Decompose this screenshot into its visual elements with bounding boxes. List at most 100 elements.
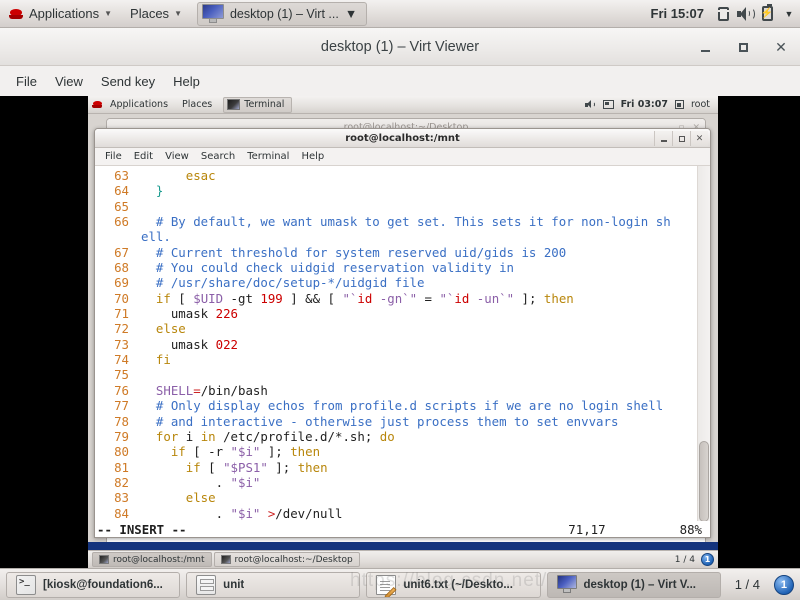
vim-token: do <box>379 428 395 444</box>
vim-line-number: 67 <box>114 244 129 260</box>
vim-token: # /usr/share/doc/setup-*/uidgid file <box>155 275 425 291</box>
vim-status-line: -- INSERT -- 71,17 88% <box>95 521 710 537</box>
terminal-scrollbar[interactable] <box>697 166 710 537</box>
maximize-button[interactable] <box>672 131 690 146</box>
vim-line-number: 66 <box>114 214 129 230</box>
network-icon[interactable] <box>602 100 614 109</box>
guest-task-label: root@localhost:/mnt <box>113 554 205 565</box>
vim-token: $UID <box>193 290 224 306</box>
vim-token: /etc/profile.d/*.sh; <box>215 428 380 444</box>
volume-icon[interactable] <box>734 0 756 28</box>
vim-line-number: 72 <box>114 321 129 337</box>
vim-token: = <box>417 290 440 306</box>
terminal-menu-edit[interactable]: Edit <box>128 150 159 163</box>
vim-token <box>141 275 156 290</box>
minimize-button[interactable] <box>696 38 714 56</box>
guest-task-mnt[interactable]: root@localhost:/mnt <box>92 552 212 567</box>
vim-token: = <box>193 382 201 398</box>
vim-line: 80 if [ -r "$i" ]; then <box>95 444 697 459</box>
terminal-body[interactable]: 63 esac 64 } 65 66 # By default, we want um… <box>95 166 710 537</box>
vim-line: 65 <box>95 199 697 214</box>
host-task-kiosk-terminal[interactable]: [kiosk@foundation6... <box>6 571 181 598</box>
files-icon <box>196 574 217 595</box>
vim-token <box>141 490 186 505</box>
vim-mode-indicator: -- INSERT -- <box>97 521 187 537</box>
close-button[interactable]: ✕ <box>772 38 790 56</box>
vim-token <box>141 460 186 475</box>
vim-line: 64 } <box>95 183 697 198</box>
vm-display-canvas[interactable]: Applications Places Terminal Fri 03:07 r… <box>0 96 800 568</box>
menu-send-key[interactable]: Send key <box>93 71 163 92</box>
vim-token <box>141 214 156 229</box>
host-task-label: unit6.txt (~/Deskto... <box>403 578 513 591</box>
vim-token: else <box>155 321 186 337</box>
vim-token: } <box>155 183 164 199</box>
vim-editor-text[interactable]: 63 esac 64 } 65 66 # By default, we want um… <box>95 166 697 537</box>
vim-token: 022 <box>215 336 238 352</box>
guest-task-label: root@localhost:~/Desktop <box>234 554 353 565</box>
vim-token: [ -r <box>185 444 231 460</box>
host-task-unit6-txt[interactable]: unit6.txt (~/Deskto... <box>366 571 541 598</box>
vim-token: . <box>141 474 231 490</box>
menu-help[interactable]: Help <box>165 71 208 92</box>
host-task-label: unit <box>223 578 245 591</box>
vim-token: if <box>170 444 186 460</box>
vim-line-number: 65 <box>114 198 129 214</box>
maximize-button[interactable] <box>734 38 752 56</box>
vim-token: -gt <box>223 290 261 306</box>
terminal-menu-search[interactable]: Search <box>195 150 241 163</box>
vim-line-number: 81 <box>114 459 129 475</box>
chevron-down-icon: ▼ <box>104 9 113 18</box>
places-menu[interactable]: Places ▼ <box>121 0 191 27</box>
scrollbar-thumb[interactable] <box>699 440 709 523</box>
terminal-menu-view[interactable]: View <box>159 150 195 163</box>
menu-view[interactable]: View <box>47 71 91 92</box>
guest-notification-badge[interactable]: 1 <box>701 553 714 566</box>
vim-cursor-position: 71,17 <box>568 521 606 537</box>
guest-desktop-background-strip <box>88 542 718 550</box>
terminal-window[interactable]: root@localhost:/mnt ✕ File Edit View Sea… <box>94 128 711 538</box>
vim-token: [ <box>200 459 224 475</box>
terminal-menu-file[interactable]: File <box>99 150 128 163</box>
terminal-menu-help[interactable]: Help <box>295 150 330 163</box>
vim-token: . <box>141 505 231 521</box>
vim-line: 78 # and interactive - otherwise just pr… <box>95 414 697 429</box>
battery-icon[interactable]: ⚡ <box>756 0 778 28</box>
guest-workspace-pager[interactable]: 1 / 4 <box>675 555 699 565</box>
vim-token <box>141 260 156 275</box>
chevron-down-icon[interactable]: ▼ <box>778 0 800 28</box>
vim-token: esac <box>185 168 216 183</box>
guest-clock[interactable]: Fri 03:07 <box>621 99 668 110</box>
guest-taskbar: root@localhost:/mnt root@localhost:~/Des… <box>88 550 718 568</box>
host-task-unit-folder[interactable]: unit <box>186 571 361 598</box>
vim-token: -un`" <box>469 290 515 306</box>
host-clock[interactable]: Fri 15:07 <box>643 6 712 21</box>
vim-token <box>141 383 156 398</box>
host-task-virt-viewer[interactable]: desktop (1) – Virt V... <box>546 571 721 598</box>
chevron-down-icon: ▼ <box>174 9 182 18</box>
guest-applications-menu[interactable]: Applications <box>103 99 175 110</box>
menu-file[interactable]: File <box>8 71 45 92</box>
vim-token: else <box>185 490 216 506</box>
vim-line: 84 . "$i" >/dev/null <box>95 506 697 521</box>
vim-token <box>141 245 156 260</box>
display-icon[interactable] <box>712 0 734 28</box>
host-panel-window-button[interactable]: desktop (1) – Virt ... ▼ <box>196 1 368 26</box>
applications-menu[interactable]: Applications ▼ <box>0 0 121 27</box>
vim-token: "$i" <box>230 505 261 521</box>
guest-task-desktop[interactable]: root@localhost:~/Desktop <box>213 552 360 567</box>
volume-icon[interactable] <box>584 100 596 109</box>
vim-token: "$PS1" <box>223 459 268 475</box>
guest-user-label[interactable]: root <box>691 99 710 110</box>
minimize-button[interactable] <box>654 131 672 146</box>
guest-panel-window-button[interactable]: Terminal <box>223 96 293 113</box>
guest-places-menu[interactable]: Places <box>175 99 219 110</box>
vim-token: then <box>543 290 574 306</box>
terminal-menu-terminal[interactable]: Terminal <box>241 150 295 163</box>
host-notification-badge[interactable]: 1 <box>773 574 794 595</box>
vim-line-number: 80 <box>114 444 129 460</box>
close-button[interactable]: ✕ <box>690 131 708 146</box>
host-panel-window-label: desktop (1) – Virt ... <box>229 6 339 21</box>
vim-token: umask <box>141 306 216 322</box>
host-workspace-pager[interactable]: 1 / 4 <box>727 577 768 592</box>
